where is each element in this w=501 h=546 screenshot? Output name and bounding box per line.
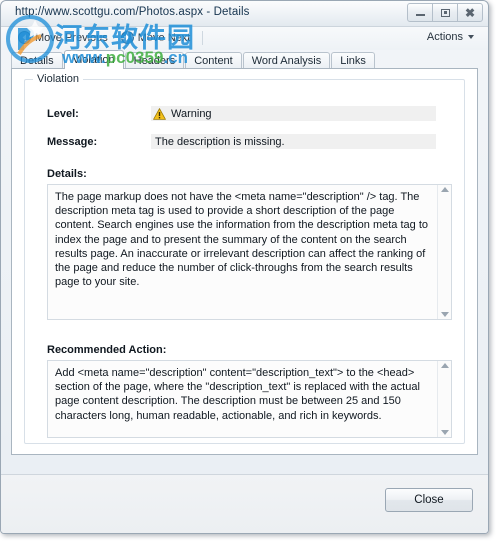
- maximize-button[interactable]: [432, 3, 458, 22]
- actions-menu-button[interactable]: Actions: [423, 30, 478, 44]
- violation-group-title: Violation: [33, 73, 83, 85]
- minimize-icon: [415, 14, 425, 16]
- actions-label: Actions: [426, 31, 463, 43]
- level-value-field: Warning: [151, 106, 436, 121]
- toolbar-separator: [202, 30, 204, 45]
- level-row: Level: Warning: [47, 106, 452, 121]
- toolbar-left-group: Move Previous Move Next: [15, 30, 205, 45]
- scroll-down-icon[interactable]: [440, 430, 449, 435]
- scroll-up-icon[interactable]: [440, 363, 449, 368]
- level-label: Level:: [47, 107, 79, 120]
- maximize-icon: [440, 8, 450, 17]
- close-window-button[interactable]: ✖: [457, 3, 483, 22]
- chevron-down-icon: [468, 35, 474, 39]
- violation-group-box: Violation Level: Warning Message: The de…: [24, 73, 465, 444]
- message-label: Message:: [47, 135, 98, 148]
- details-text: The page markup does not have the <meta …: [55, 191, 428, 289]
- window-controls: ✖: [407, 3, 483, 22]
- move-next-button[interactable]: Move Next: [118, 30, 194, 45]
- close-button-label: Close: [414, 494, 444, 506]
- tab-headers-label: Headers: [133, 55, 176, 67]
- tab-links-label: Links: [340, 55, 366, 67]
- tab-word-analysis[interactable]: Word Analysis: [242, 52, 331, 69]
- tab-details[interactable]: Details: [11, 52, 63, 69]
- tab-content[interactable]: Content: [185, 52, 242, 69]
- tab-word-analysis-label: Word Analysis: [251, 55, 322, 67]
- tab-links[interactable]: Links: [331, 52, 375, 69]
- message-value-text: The description is missing.: [155, 135, 285, 148]
- arrow-left-icon: [18, 31, 31, 44]
- toolbar: Move Previous Move Next Actions: [1, 27, 488, 50]
- scroll-down-icon[interactable]: [440, 312, 449, 317]
- level-value-text: Warning: [171, 107, 212, 120]
- violation-tab-panel: Violation Level: Warning Message: The de…: [11, 68, 478, 455]
- move-next-label: Move Next: [137, 31, 191, 44]
- tab-details-label: Details: [20, 55, 54, 67]
- tab-violation[interactable]: Violation: [63, 50, 124, 69]
- details-textbox[interactable]: The page markup does not have the <meta …: [47, 184, 452, 320]
- tab-strip: Details Violation Headers Content Word A…: [11, 50, 478, 69]
- details-label: Details:: [47, 168, 87, 180]
- scroll-up-icon[interactable]: [440, 187, 449, 192]
- minimize-button[interactable]: [407, 3, 433, 22]
- message-value-field: The description is missing.: [151, 134, 436, 149]
- recommended-action-label: Recommended Action:: [47, 344, 167, 356]
- details-scrollbar[interactable]: [437, 185, 451, 319]
- details-dialog-window: http://www.scottgu.com/Photos.aspx - Det…: [0, 0, 489, 534]
- close-button[interactable]: Close: [385, 488, 473, 512]
- recommended-action-scrollbar[interactable]: [437, 361, 451, 437]
- move-previous-button[interactable]: Move Previous: [15, 30, 111, 45]
- recommended-action-textbox[interactable]: Add <meta name="description" content="de…: [47, 360, 452, 438]
- move-previous-label: Move Previous: [35, 31, 108, 44]
- warning-triangle-icon: [153, 107, 166, 120]
- message-row: Message: The description is missing.: [47, 134, 452, 149]
- recommended-action-text: Add <meta name="description" content="de…: [55, 367, 420, 422]
- window-title: http://www.scottgu.com/Photos.aspx - Det…: [15, 6, 250, 18]
- tab-content-label: Content: [194, 55, 233, 67]
- arrow-right-icon: [120, 31, 134, 44]
- tab-violation-label: Violation: [72, 54, 115, 66]
- close-icon: ✖: [464, 5, 476, 20]
- title-bar: http://www.scottgu.com/Photos.aspx - Det…: [1, 1, 488, 27]
- tab-headers[interactable]: Headers: [124, 52, 185, 69]
- dialog-footer: Close: [1, 474, 488, 533]
